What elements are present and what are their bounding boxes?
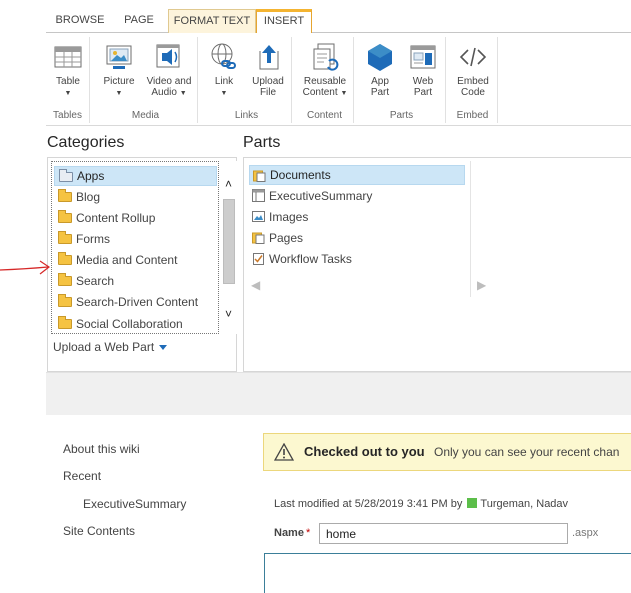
ribbon-tabs: BROWSE PAGE FORMAT TEXT INSERT — [46, 0, 631, 33]
ribbon: Table ▼ Tables Picture ▼ Video and Audio ▼ — [46, 33, 631, 126]
tab-browse[interactable]: BROWSE — [54, 9, 106, 33]
chevron-down-icon[interactable]: ˅ — [221, 307, 236, 321]
name-label: Name * — [274, 527, 311, 539]
task-list-icon — [253, 253, 264, 265]
dropdown-triangle-icon — [159, 345, 168, 351]
category-item-forms[interactable]: Forms — [54, 229, 217, 249]
group-embed: Embed Code Embed — [448, 37, 498, 123]
video-audio-icon — [156, 44, 180, 68]
tab-page[interactable]: PAGE — [118, 9, 160, 33]
app-part-button[interactable]: App Part — [362, 41, 398, 98]
group-links: Link ▼ Upload File Links — [202, 37, 292, 123]
group-tables: Table ▼ Tables — [46, 37, 90, 123]
group-label-parts: Parts — [389, 110, 414, 121]
list-icon — [252, 189, 265, 202]
modified-user[interactable]: Turgeman, Nadav — [480, 498, 568, 510]
group-content: Reusable Content ▼ Content — [296, 37, 354, 123]
nav-site-contents[interactable]: Site Contents — [63, 524, 135, 538]
folder-icon — [58, 273, 72, 286]
upload-icon — [259, 45, 279, 70]
embed-code-icon — [459, 47, 487, 67]
part-item-workflow-tasks[interactable]: Workflow Tasks — [249, 249, 465, 269]
annotation-arrow-icon — [0, 260, 51, 275]
folder-icon — [58, 231, 72, 244]
group-label-embed: Embed — [456, 110, 489, 121]
folder-icon — [58, 294, 72, 307]
categories-title: Categories — [47, 134, 125, 151]
category-item-social-collaboration[interactable]: Social Collaboration — [54, 314, 217, 334]
embed-code-button[interactable]: Embed Code — [452, 41, 494, 98]
category-item-search-driven-content[interactable]: Search-Driven Content — [54, 292, 217, 312]
categories-panel: Apps Blog Content Rollup Forms Media and… — [47, 157, 237, 372]
categories-scrollbar[interactable]: ˄ ˅ — [220, 161, 237, 334]
web-part-icon — [410, 45, 436, 69]
group-label-media: Media — [131, 110, 160, 121]
chevron-up-icon[interactable]: ˄ — [221, 177, 236, 191]
scrollbar-thumb[interactable] — [223, 199, 235, 284]
nav-recent[interactable]: Recent — [63, 469, 101, 483]
part-item-images[interactable]: Images — [249, 207, 465, 227]
group-label-content: Content — [306, 110, 343, 121]
group-label-links: Links — [234, 110, 259, 121]
category-item-apps[interactable]: Apps — [54, 166, 217, 186]
checked-out-status-bar: Checked out to you Only you can see your… — [263, 433, 631, 471]
pages-library-icon — [252, 232, 265, 244]
web-part-adder-footer — [46, 372, 631, 415]
presence-icon — [467, 498, 478, 508]
parts-panel: Documents ExecutiveSummary Images Pages … — [243, 157, 631, 372]
part-item-executive-summary[interactable]: ExecutiveSummary — [249, 186, 465, 206]
warning-icon — [274, 443, 294, 461]
table-button[interactable]: Table ▼ — [50, 41, 86, 99]
category-item-blog[interactable]: Blog — [54, 187, 217, 207]
web-part-button[interactable]: Web Part — [404, 41, 442, 98]
part-item-pages[interactable]: Pages — [249, 228, 465, 248]
app-part-icon — [368, 44, 392, 71]
category-item-content-rollup[interactable]: Content Rollup — [54, 208, 217, 228]
nav-recent-executive-summary[interactable]: ExecutiveSummary — [83, 497, 186, 511]
link-button[interactable]: Link ▼ — [206, 41, 242, 99]
video-audio-button[interactable]: Video and Audio ▼ — [142, 41, 196, 99]
image-library-icon — [252, 211, 265, 222]
previous-arrow-icon[interactable]: ◀︎ — [251, 278, 260, 292]
part-item-documents[interactable]: Documents — [249, 165, 465, 185]
file-extension: .aspx — [572, 527, 599, 539]
group-parts: App Part Web Part Parts — [358, 37, 446, 123]
reusable-content-icon — [313, 43, 339, 71]
status-message: Only you can see your recent chan — [434, 445, 620, 459]
table-icon — [54, 46, 82, 68]
tab-insert[interactable]: INSERT — [256, 9, 312, 33]
group-label-tables: Tables — [53, 110, 82, 121]
categories-list: Apps Blog Content Rollup Forms Media and… — [51, 161, 219, 334]
nav-about-this-wiki[interactable]: About this wiki — [63, 442, 140, 456]
folder-icon — [59, 169, 73, 182]
upload-file-button[interactable]: Upload File — [248, 41, 288, 98]
parts-list: Documents ExecutiveSummary Images Pages … — [247, 161, 486, 297]
next-arrow-icon[interactable]: ▶︎ — [477, 278, 486, 292]
folder-icon — [58, 210, 72, 223]
reusable-content-button[interactable]: Reusable Content ▼ — [298, 41, 352, 99]
page-name-input[interactable] — [319, 523, 568, 544]
document-library-icon — [253, 170, 266, 182]
link-globe-icon — [211, 43, 236, 69]
group-media: Picture ▼ Video and Audio ▼ Media — [94, 37, 198, 123]
last-modified: Last modified at 5/28/2019 3:41 PM by Tu… — [274, 498, 569, 510]
tab-format-text[interactable]: FORMAT TEXT — [168, 9, 256, 33]
folder-icon — [58, 189, 72, 202]
parts-title: Parts — [243, 134, 281, 151]
picture-button[interactable]: Picture ▼ — [98, 41, 140, 99]
folder-icon — [58, 252, 72, 265]
category-item-media-and-content[interactable]: Media and Content — [54, 250, 217, 270]
folder-icon — [58, 316, 72, 329]
upload-web-part-link[interactable]: Upload a Web Part — [53, 340, 168, 354]
page-content-editor[interactable] — [264, 553, 631, 593]
category-item-search[interactable]: Search — [54, 271, 217, 291]
picture-icon — [106, 45, 132, 69]
status-title: Checked out to you — [304, 444, 425, 459]
